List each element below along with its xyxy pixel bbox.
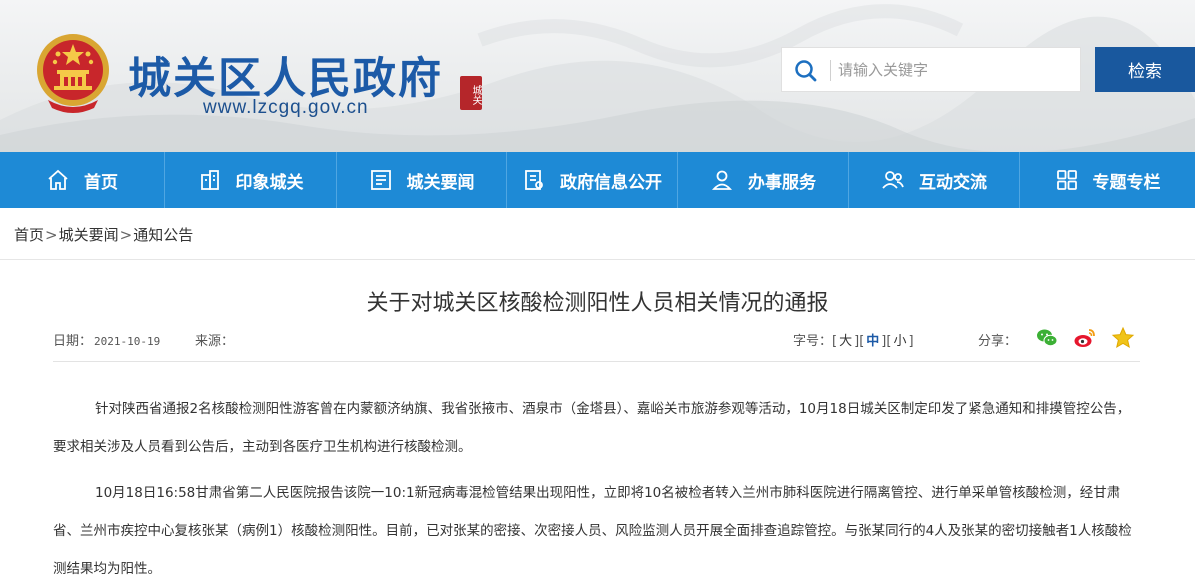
source-label: 来源： (195, 334, 235, 349)
breadcrumb: 首页>城关要闻>通知公告 (0, 208, 1195, 260)
font-size-label: 字号： (793, 334, 833, 349)
nav-item-label: 办事服务 (748, 172, 816, 193)
nav-item-label: 城关要闻 (406, 172, 475, 193)
article-paragraph: 10月18日16:58甘肃省第二人民医院报告该院一10:1新冠病毒混检管结果出现… (53, 485, 1132, 577)
article-body: 针对陕西省通报2名核酸检测阳性游客曾在内蒙额济纳旗、我省张掖市、酒泉市（金塔县）… (53, 390, 1140, 586)
nav-item-services[interactable]: 办事服务 (678, 152, 849, 208)
weibo-icon[interactable] (1073, 326, 1097, 350)
search-divider (830, 60, 831, 81)
font-size-medium[interactable]: 中 (864, 334, 881, 349)
users-icon (881, 168, 905, 192)
font-size-control: 字号：[大][中][小] (793, 334, 914, 349)
search-input[interactable] (838, 54, 1068, 86)
nav-item-label: 印象城关 (235, 172, 304, 193)
breadcrumb-separator: > (119, 226, 133, 244)
newspaper-icon (369, 168, 393, 192)
article-source: 来源： (195, 330, 234, 349)
search-button[interactable]: 检索 (1095, 47, 1195, 92)
favorite-icon[interactable] (1111, 326, 1135, 350)
font-size-large[interactable]: 大 (837, 334, 854, 349)
date-value: 2021-10-19 (94, 335, 161, 348)
article-paragraph: 针对陕西省通报2名核酸检测阳性游客曾在内蒙额济纳旗、我省张掖市、酒泉市（金塔县）… (53, 401, 1131, 455)
nav-item-home[interactable]: 首页 (0, 152, 165, 208)
breadcrumb-separator: > (45, 226, 58, 244)
font-size-small[interactable]: 小 (891, 334, 908, 349)
building-icon (198, 168, 222, 192)
nav-item-label: 政府信息公开 (560, 172, 662, 193)
nav-item-interaction[interactable]: 互动交流 (849, 152, 1020, 208)
breadcrumb-notices[interactable]: 通知公告 (133, 226, 193, 244)
breadcrumb-news[interactable]: 城关要闻 (59, 226, 119, 244)
article-title: 关于对城关区核酸检测阳性人员相关情况的通报 (366, 291, 829, 316)
main-nav: 首页 印象城关 城关要闻 政府信息公开 办事服务 互动交流 专题专栏 (0, 152, 1195, 208)
nav-item-gov-info[interactable]: 政府信息公开 (507, 152, 678, 208)
home-icon (46, 168, 70, 192)
nav-item-label: 专题专栏 (1092, 172, 1161, 193)
share-icons (1035, 326, 1135, 350)
search-box (781, 47, 1081, 92)
nav-item-label: 互动交流 (919, 172, 987, 193)
document-icon (522, 168, 546, 192)
share-label: 分享： (978, 334, 1018, 349)
seal-stamp: 城关 (460, 76, 482, 110)
article-meta: 日期： 2021-10-19 来源： 字号：[大][中][小] 分享： (53, 326, 1140, 362)
nav-item-news[interactable]: 城关要闻 (337, 152, 507, 208)
date-label: 日期： (53, 334, 93, 349)
article-date: 日期： 2021-10-19 (53, 330, 160, 349)
nav-item-special[interactable]: 专题专栏 (1020, 152, 1195, 208)
nav-item-impression[interactable]: 印象城关 (165, 152, 337, 208)
site-url: www.lzcgq.gov.cn (203, 97, 369, 118)
search-icon (794, 59, 818, 87)
nav-item-label: 首页 (84, 172, 118, 193)
wechat-icon[interactable] (1035, 326, 1059, 350)
user-icon (710, 168, 734, 192)
site-header: 城关区人民政府 城关 www.lzcgq.gov.cn 检索 (0, 0, 1195, 152)
national-emblem-icon (37, 34, 109, 113)
grid-icon (1055, 168, 1079, 192)
breadcrumb-home[interactable]: 首页 (14, 226, 44, 244)
